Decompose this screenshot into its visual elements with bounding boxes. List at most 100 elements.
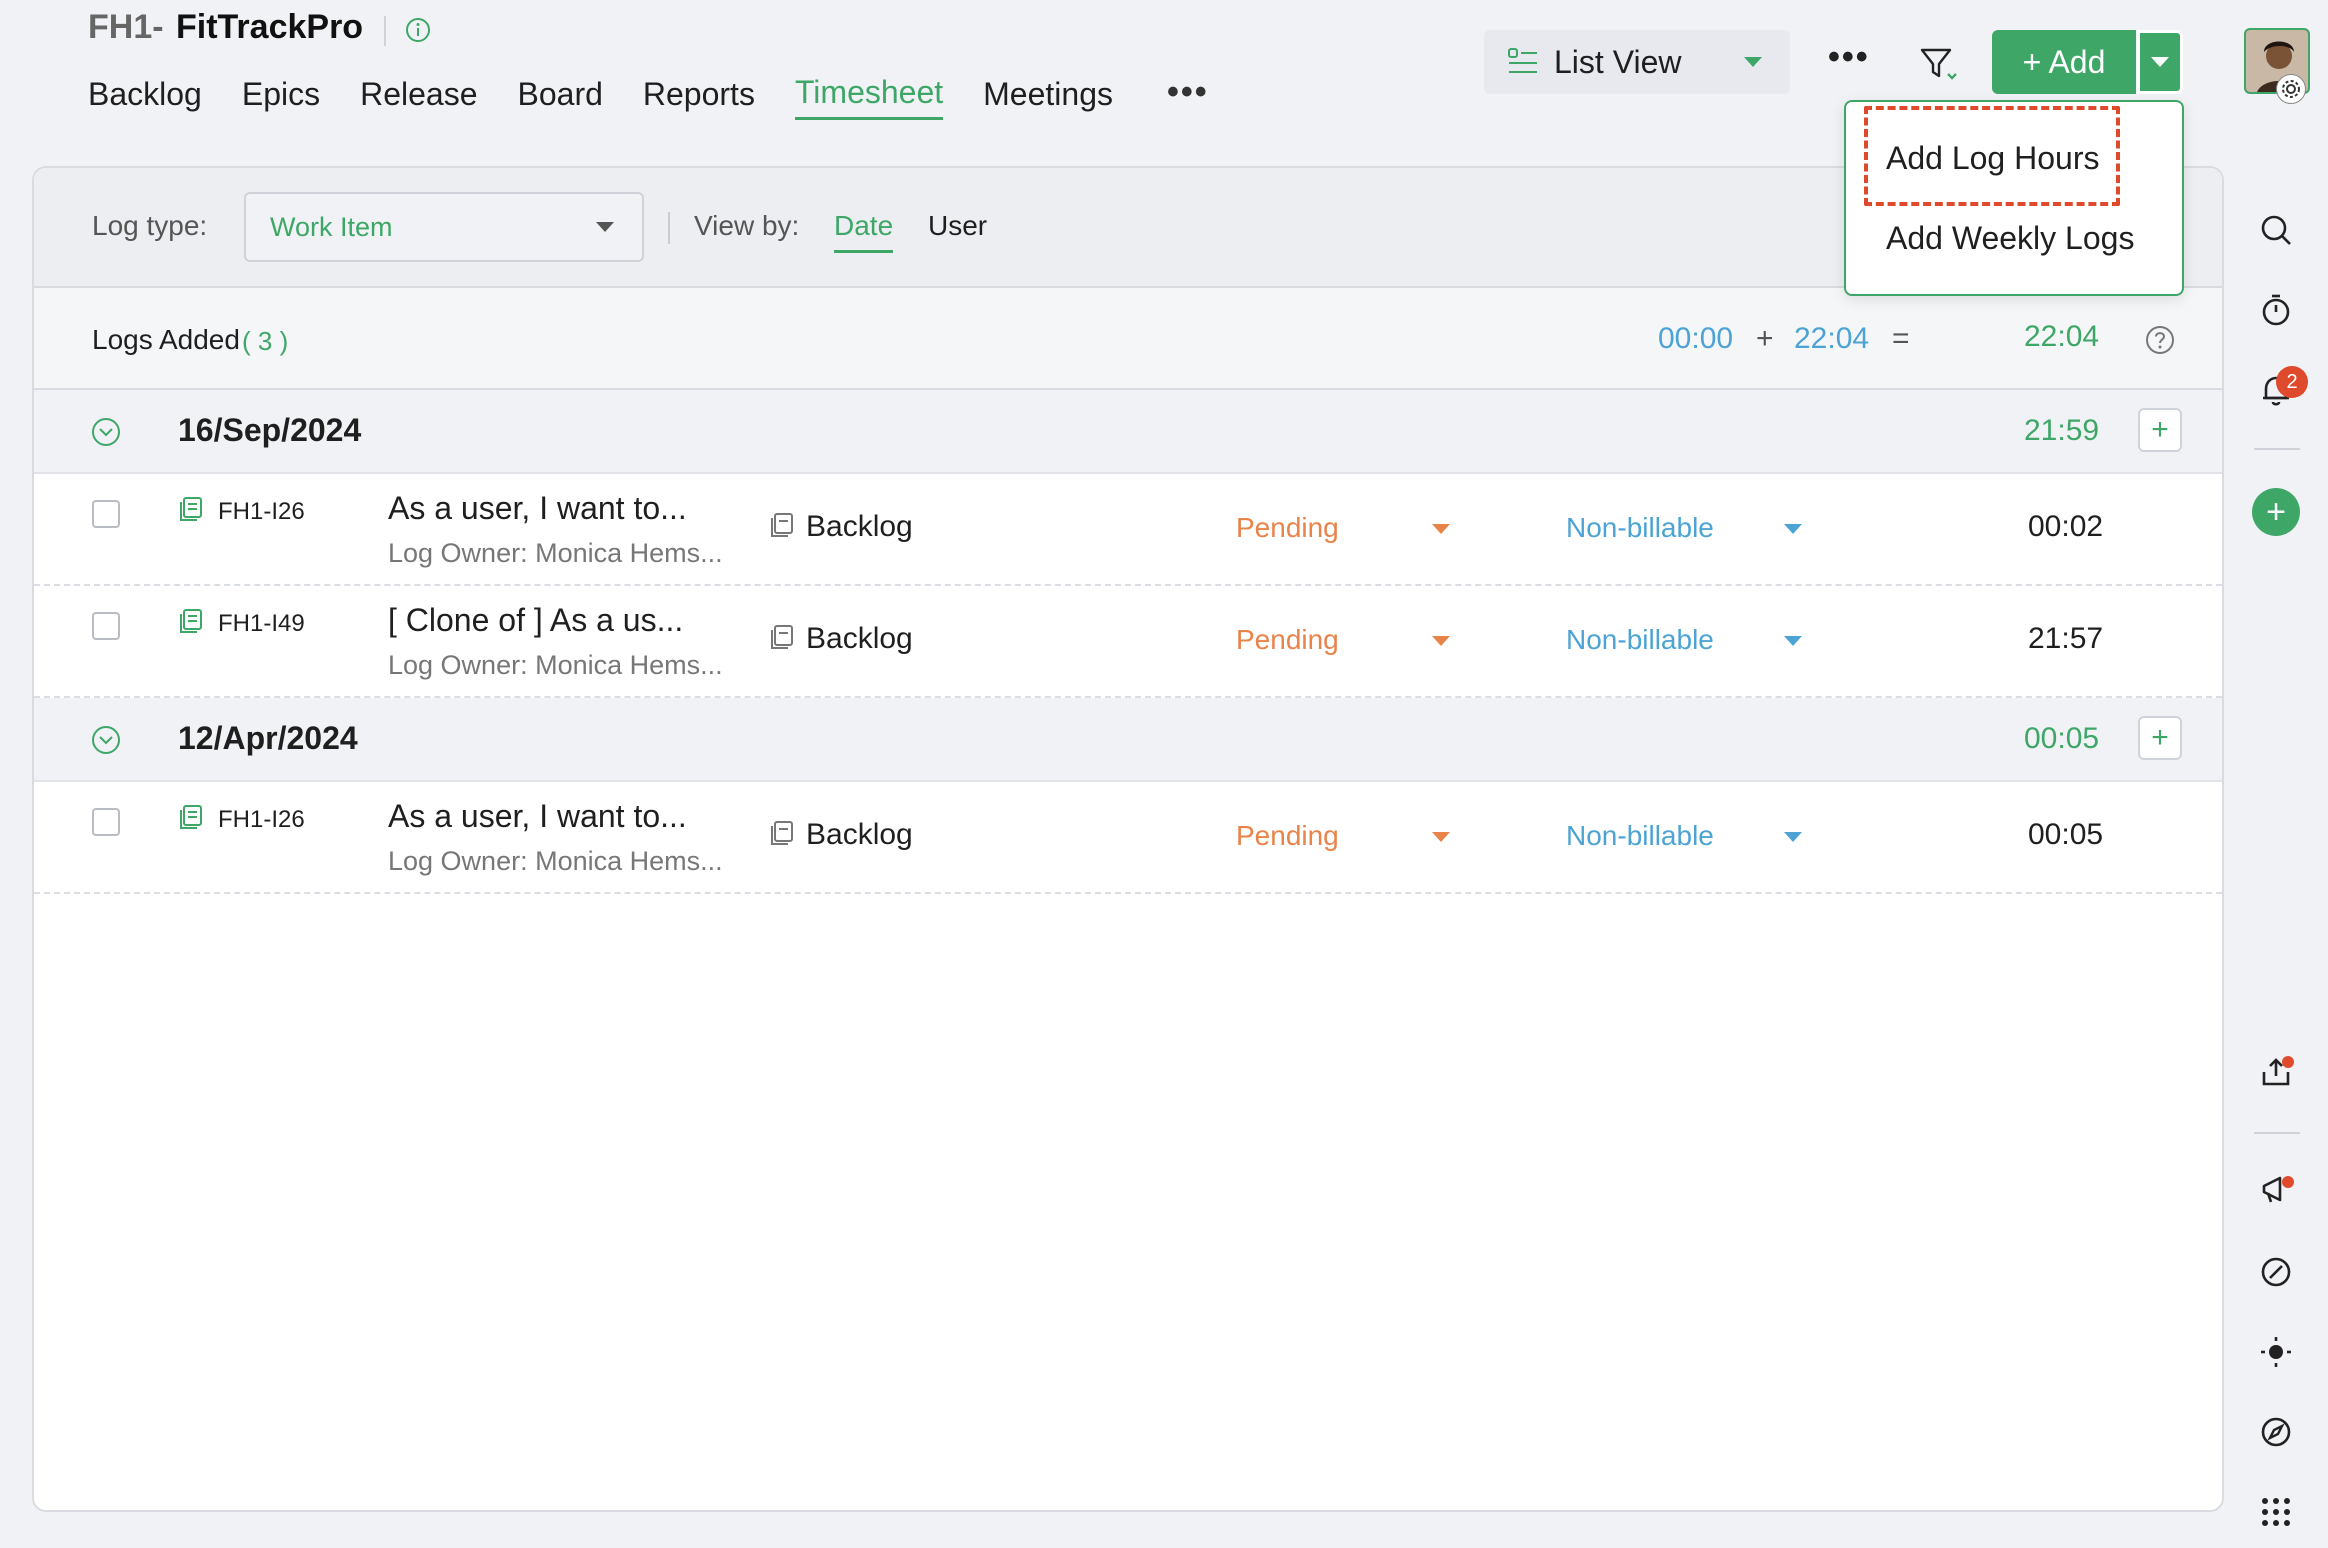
logged-hours[interactable]: 00:02 xyxy=(2028,510,2103,544)
group-date: 16/Sep/2024 xyxy=(178,412,362,448)
row-checkbox[interactable] xyxy=(92,808,120,836)
divider xyxy=(384,16,386,46)
non-billable-hours: 22:04 xyxy=(1794,322,1870,355)
table-row[interactable]: FH1-I26 As a user, I want to... Log Owne… xyxy=(34,474,2222,586)
item-title[interactable]: [ Clone of ] As a us... xyxy=(388,602,683,639)
info-icon[interactable] xyxy=(404,16,432,44)
divider xyxy=(2254,1132,2300,1134)
tab-release[interactable]: Release xyxy=(360,76,477,119)
search-icon[interactable] xyxy=(2258,212,2294,248)
item-id[interactable]: FH1-I26 xyxy=(218,806,305,834)
view-by-date[interactable]: Date xyxy=(834,210,894,253)
chevron-down-icon[interactable] xyxy=(1432,524,1450,534)
group-total: 00:05 xyxy=(2024,722,2100,755)
equals-sign: = xyxy=(1892,322,1910,355)
group-date: 12/Apr/2024 xyxy=(178,720,358,756)
log-type-select[interactable]: Work Item xyxy=(244,192,644,262)
item-title[interactable]: As a user, I want to... xyxy=(388,490,687,527)
apps-grid-icon[interactable] xyxy=(2258,1494,2294,1530)
unread-dot xyxy=(2282,1176,2294,1188)
unread-dot xyxy=(2282,1056,2294,1068)
notification-badge: 2 xyxy=(2276,366,2308,398)
billable-hours: 00:00 xyxy=(1658,322,1734,355)
more-options-icon[interactable]: ••• xyxy=(1828,38,1870,77)
add-button[interactable]: + Add xyxy=(1992,30,2136,94)
chevron-down-icon xyxy=(2151,57,2169,67)
logged-hours[interactable]: 00:05 xyxy=(2028,818,2103,852)
logged-hours[interactable]: 21:57 xyxy=(2028,622,2103,656)
project-nav: Backlog Epics Release Board Reports Time… xyxy=(88,73,1209,120)
view-label: List View xyxy=(1554,43,1682,80)
theme-icon[interactable] xyxy=(2258,1334,2294,1370)
nav-more-icon[interactable]: ••• xyxy=(1167,73,1209,112)
item-type: Backlog xyxy=(806,510,913,543)
backlog-icon xyxy=(771,821,793,845)
tab-backlog[interactable]: Backlog xyxy=(88,76,202,119)
log-owner: Log Owner: Monica Hems... xyxy=(388,650,723,680)
tab-board[interactable]: Board xyxy=(518,76,603,119)
settings-gear-icon[interactable] xyxy=(2276,74,2306,104)
row-checkbox[interactable] xyxy=(92,612,120,640)
compass-icon[interactable] xyxy=(2258,1414,2294,1450)
project-name[interactable]: FitTrackPro xyxy=(176,8,363,47)
list-view-icon xyxy=(1508,48,1537,73)
item-type: Backlog xyxy=(806,818,913,851)
item-id[interactable]: FH1-I49 xyxy=(218,610,305,638)
chevron-down-icon[interactable] xyxy=(1784,832,1802,842)
tab-timesheet[interactable]: Timesheet xyxy=(794,74,944,120)
work-item-icon xyxy=(180,497,202,521)
view-by-label: View by: xyxy=(694,210,800,241)
chevron-down-icon[interactable] xyxy=(1432,636,1450,646)
work-item-icon xyxy=(180,805,202,829)
link-icon[interactable] xyxy=(2258,1254,2294,1290)
log-owner: Log Owner: Monica Hems... xyxy=(388,846,723,876)
divider xyxy=(2254,448,2300,450)
approval-status[interactable]: Pending xyxy=(1236,624,1339,656)
logs-added-label: Logs Added xyxy=(92,324,240,355)
menu-item-add-log-hours[interactable]: Add Log Hours xyxy=(1886,140,2099,177)
row-checkbox[interactable] xyxy=(92,500,120,528)
timer-icon[interactable] xyxy=(2258,292,2294,328)
log-type-value: Work Item xyxy=(270,211,393,242)
tab-reports[interactable]: Reports xyxy=(643,76,755,119)
approval-status[interactable]: Pending xyxy=(1236,820,1339,852)
work-item-icon xyxy=(180,609,202,633)
quick-add-button[interactable]: + xyxy=(2252,488,2300,536)
chevron-down-icon[interactable] xyxy=(1432,832,1450,842)
chevron-down-icon[interactable] xyxy=(1784,636,1802,646)
menu-item-add-weekly-logs[interactable]: Add Weekly Logs xyxy=(1886,220,2134,257)
collapse-toggle-icon[interactable] xyxy=(90,724,122,756)
filter-icon[interactable] xyxy=(1918,44,1958,84)
logs-count: ( 3 ) xyxy=(242,326,289,356)
chevron-down-icon xyxy=(596,222,614,232)
tab-meetings[interactable]: Meetings xyxy=(983,76,1113,119)
collapse-toggle-icon[interactable] xyxy=(90,416,122,448)
plus-sign: + xyxy=(1756,322,1774,355)
backlog-icon xyxy=(771,513,793,537)
add-dropdown-toggle[interactable] xyxy=(2137,30,2183,94)
chevron-down-icon[interactable] xyxy=(1784,524,1802,534)
billing-type[interactable]: Non-billable xyxy=(1566,512,1714,544)
tab-epics[interactable]: Epics xyxy=(242,76,320,119)
help-icon[interactable] xyxy=(2144,324,2176,356)
view-switcher[interactable]: List View xyxy=(1484,30,1790,94)
item-title[interactable]: As a user, I want to... xyxy=(388,798,687,835)
add-log-button[interactable]: + xyxy=(2138,716,2182,760)
log-owner: Log Owner: Monica Hems... xyxy=(388,538,723,568)
backlog-icon xyxy=(771,625,793,649)
group-total: 21:59 xyxy=(2024,414,2100,447)
approval-status[interactable]: Pending xyxy=(1236,512,1339,544)
billing-type[interactable]: Non-billable xyxy=(1566,624,1714,656)
log-type-label: Log type: xyxy=(92,210,208,241)
billing-type[interactable]: Non-billable xyxy=(1566,820,1714,852)
total-hours: 22:04 xyxy=(2024,320,2100,353)
item-type: Backlog xyxy=(806,622,913,655)
chevron-down-icon xyxy=(1744,57,1762,67)
table-row[interactable]: FH1-I49 [ Clone of ] As a us... Log Owne… xyxy=(34,586,2222,698)
project-prefix: FH1- xyxy=(88,8,164,46)
view-by-user[interactable]: User xyxy=(928,210,987,242)
item-id[interactable]: FH1-I26 xyxy=(218,498,305,526)
divider xyxy=(668,212,670,244)
table-row[interactable]: FH1-I26 As a user, I want to... Log Owne… xyxy=(34,782,2222,894)
add-log-button[interactable]: + xyxy=(2138,408,2182,452)
